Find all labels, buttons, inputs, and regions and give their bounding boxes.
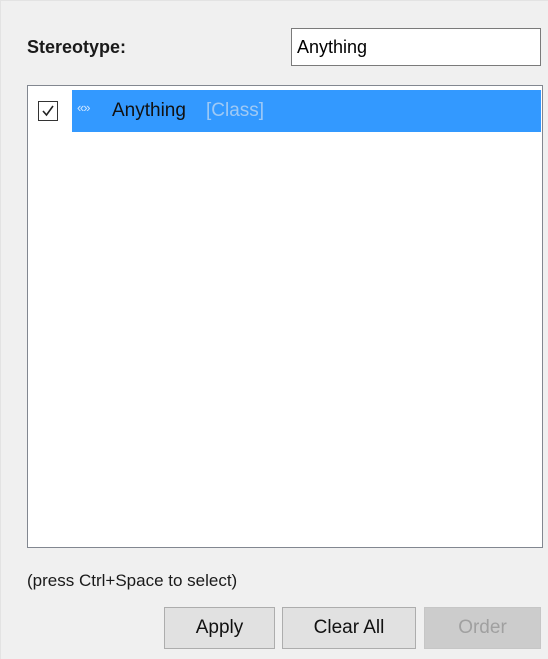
list-item[interactable]: «» Anything [Class]	[29, 90, 541, 132]
stereotype-list[interactable]: «» Anything [Class]	[27, 85, 543, 548]
item-name: Anything	[112, 100, 186, 121]
item-checkbox[interactable]	[38, 101, 58, 121]
item-selection-highlight: «» Anything [Class]	[72, 90, 541, 132]
apply-button[interactable]: Apply	[164, 607, 275, 649]
checkmark-icon	[42, 105, 54, 117]
stereotype-guillemet-icon: «»	[77, 100, 91, 115]
stereotype-label: Stereotype:	[27, 37, 127, 57]
item-type: [Class]	[206, 100, 265, 121]
clear-all-button[interactable]: Clear All	[282, 607, 416, 649]
stereotype-panel: Stereotype: «» Anything [Class] (press C…	[0, 0, 548, 659]
stereotype-input[interactable]	[291, 28, 541, 66]
order-button[interactable]: Order	[424, 607, 541, 649]
hint-text: (press Ctrl+Space to select)	[27, 571, 238, 590]
